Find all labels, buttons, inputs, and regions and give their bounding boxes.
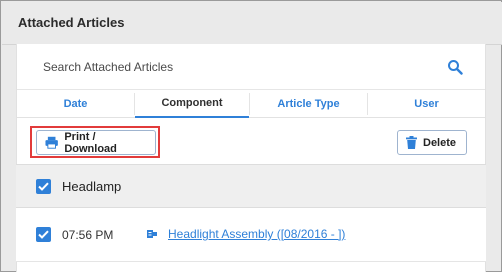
header-bar: Attached Articles	[2, 2, 502, 45]
tab-article-type-label: Article Type	[277, 98, 340, 110]
tab-article-type[interactable]: Article Type	[250, 90, 367, 118]
tab-user-label: User	[414, 98, 439, 110]
group-label: Headlamp	[62, 179, 122, 194]
item-checkbox[interactable]	[36, 227, 51, 242]
highlight-box	[30, 126, 160, 158]
tab-user[interactable]: User	[368, 90, 485, 118]
group-row-headlamp[interactable]: Headlamp	[16, 164, 486, 208]
list-item: 07:56 PM Headlight Assembly ([08/2016 - …	[16, 208, 486, 262]
group-checkbox[interactable]	[36, 179, 51, 194]
article-type-icon	[147, 230, 157, 238]
checkmark-icon	[38, 182, 49, 191]
tab-date[interactable]: Date	[17, 90, 134, 118]
delete-label: Delete	[423, 136, 457, 149]
item-time: 07:56 PM	[62, 228, 114, 242]
tab-component[interactable]: Component	[135, 90, 249, 118]
article-link[interactable]: Headlight Assembly ([08/2016 - ])	[168, 227, 345, 241]
search-row	[17, 44, 485, 90]
tab-component-label: Component	[161, 97, 223, 109]
header-title: Attached Articles	[18, 15, 125, 30]
search-icon[interactable]	[447, 59, 463, 75]
tab-bar: Date Component Article Type User	[17, 90, 485, 118]
delete-button[interactable]: Delete	[397, 130, 467, 155]
tab-date-label: Date	[63, 98, 88, 110]
search-input[interactable]	[27, 52, 437, 82]
checkmark-icon	[38, 230, 49, 239]
trash-icon	[406, 136, 417, 149]
